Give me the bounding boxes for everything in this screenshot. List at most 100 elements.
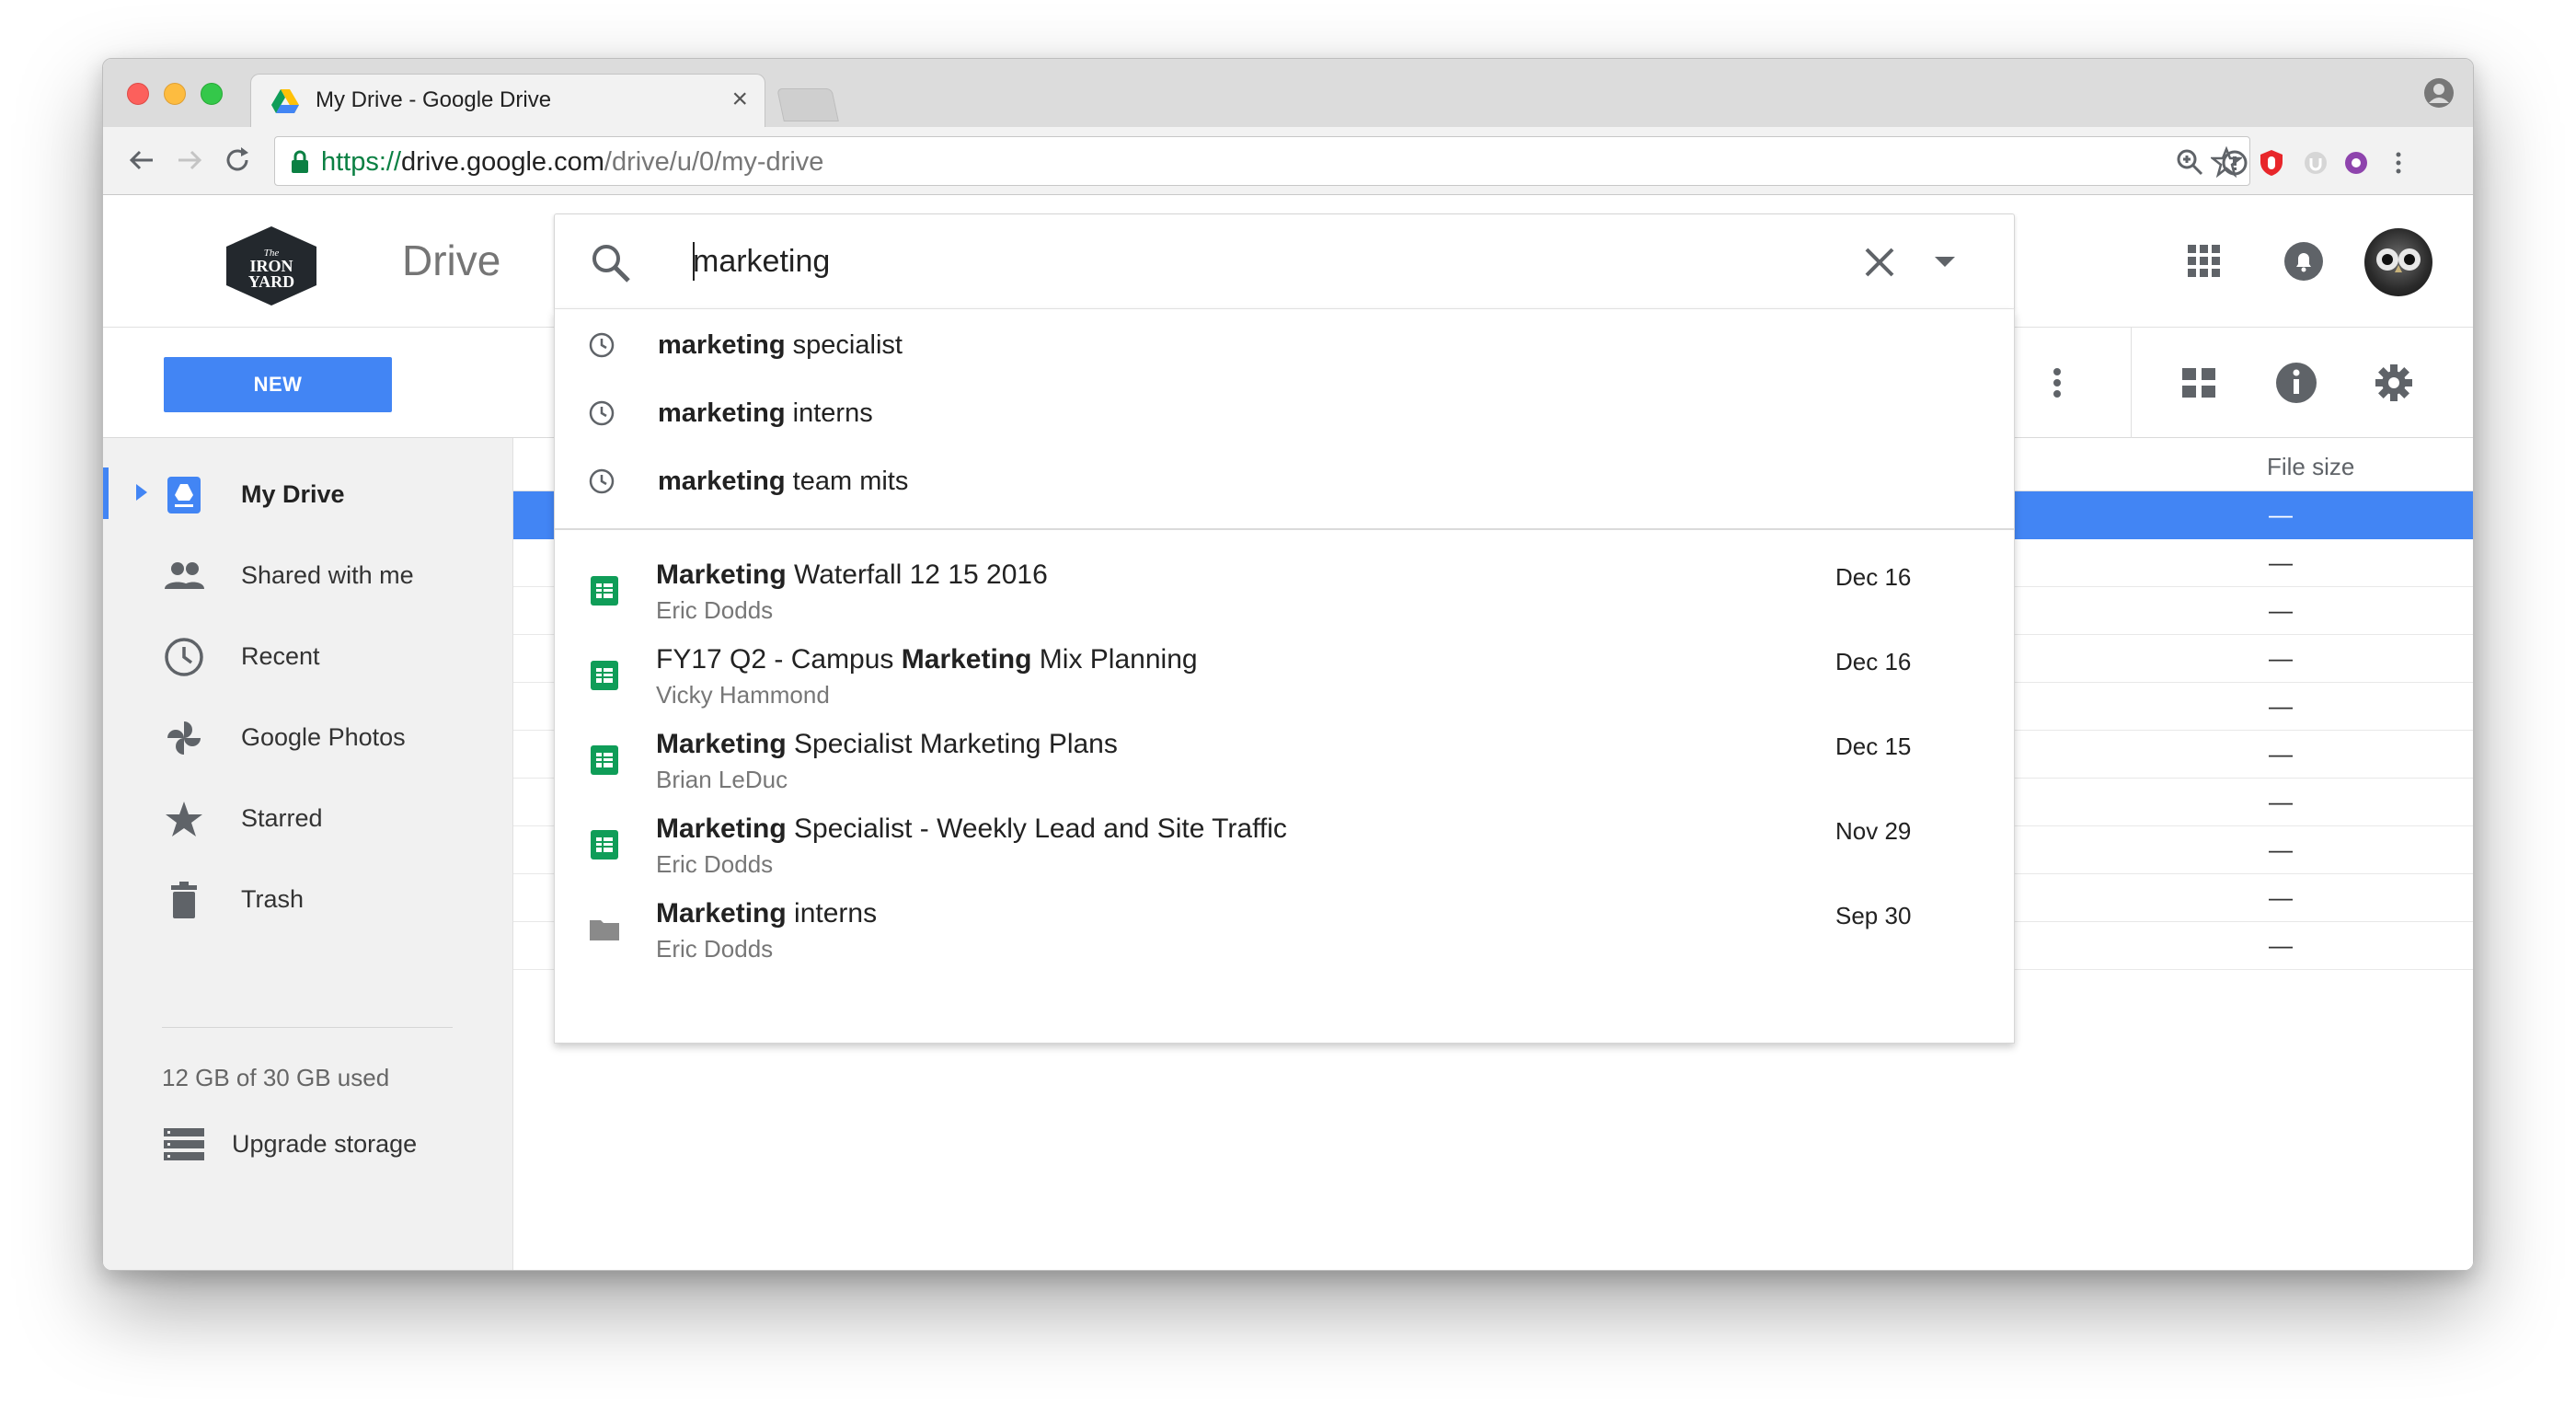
browser-window: My Drive - Google Drive × https://drive.… bbox=[102, 58, 2474, 1271]
google-sheets-icon bbox=[591, 745, 618, 775]
google-sheets-icon bbox=[591, 576, 618, 606]
url-text: https://drive.google.com/drive/u/0/my-dr… bbox=[321, 147, 824, 177]
history-suggestion[interactable]: marketing team mits bbox=[555, 447, 2014, 515]
clear-search-icon[interactable] bbox=[1859, 242, 1900, 283]
svg-text:YARD: YARD bbox=[248, 272, 294, 291]
ublock-extension-icon[interactable] bbox=[2258, 149, 2285, 177]
minimize-window-button[interactable] bbox=[164, 83, 186, 105]
grid-view-icon[interactable] bbox=[2177, 361, 2221, 405]
notifications-bell-icon[interactable] bbox=[2283, 241, 2324, 282]
my-drive-icon bbox=[167, 477, 201, 513]
forward-arrow-icon[interactable] bbox=[171, 142, 208, 179]
result-name: Marketing interns bbox=[656, 898, 878, 929]
result-name: Marketing Specialist - Weekly Lead and S… bbox=[656, 813, 1287, 844]
sidebar-item-recent[interactable]: Recent bbox=[103, 620, 513, 690]
result-date: Nov 29 bbox=[1835, 817, 1912, 845]
result-date: Dec 16 bbox=[1835, 648, 1912, 675]
suggestion-text: marketing interns bbox=[658, 398, 873, 428]
browser-profile-icon[interactable] bbox=[2423, 77, 2455, 109]
new-tab-button[interactable] bbox=[776, 88, 839, 121]
result-name: Marketing Waterfall 12 15 2016 bbox=[656, 560, 1048, 590]
new-button[interactable]: NEW bbox=[164, 357, 392, 412]
sidebar-divider bbox=[162, 1027, 453, 1028]
search-result[interactable]: Marketing Specialist Marketing Plans Bri… bbox=[555, 718, 2014, 802]
search-result[interactable]: Marketing interns Eric Dodds Sep 30 bbox=[555, 887, 2014, 972]
history-suggestion[interactable]: marketing specialist bbox=[555, 311, 2014, 379]
sidebar-item-label: Shared with me bbox=[241, 561, 414, 589]
search-options-dropdown-icon[interactable] bbox=[1935, 257, 1955, 267]
close-window-button[interactable] bbox=[127, 83, 149, 105]
text-cursor bbox=[693, 242, 695, 281]
sidebar-item-shared-with-me[interactable]: Shared with me bbox=[103, 539, 513, 609]
iron-yard-logo[interactable]: The IRON YARD bbox=[221, 225, 322, 307]
clock-icon bbox=[165, 638, 203, 676]
result-owner: Eric Dodds bbox=[656, 596, 774, 624]
result-date: Sep 30 bbox=[1835, 902, 1912, 929]
suggestion-text: marketing specialist bbox=[658, 330, 903, 360]
sidebar: My Drive Shared with me Recent Google Ph… bbox=[103, 438, 513, 1270]
extension-info-icon[interactable] bbox=[2221, 149, 2248, 177]
sidebar-item-google-photos[interactable]: Google Photos bbox=[103, 701, 513, 771]
sidebar-item-trash[interactable]: Trash bbox=[103, 863, 513, 933]
lock-icon bbox=[292, 150, 308, 173]
apps-grid-icon[interactable] bbox=[2184, 241, 2225, 282]
storage-icon bbox=[164, 1128, 204, 1160]
zoom-icon[interactable] bbox=[2174, 146, 2205, 178]
action-bar-divider bbox=[2131, 328, 2132, 438]
search-result[interactable]: Marketing Waterfall 12 15 2016 Eric Dodd… bbox=[555, 548, 2014, 633]
sidebar-item-label: My Drive bbox=[241, 480, 345, 508]
address-bar[interactable]: https://drive.google.com/drive/u/0/my-dr… bbox=[274, 136, 2250, 186]
sidebar-item-label: Trash bbox=[241, 885, 305, 913]
sidebar-item-label: Recent bbox=[241, 642, 320, 670]
reload-icon[interactable] bbox=[219, 142, 256, 179]
expand-caret-icon[interactable] bbox=[136, 484, 147, 501]
extension-gear-icon[interactable] bbox=[2342, 149, 2370, 177]
app-name[interactable]: Drive bbox=[402, 236, 500, 285]
browser-menu-icon[interactable] bbox=[2385, 149, 2412, 177]
result-owner: Brian LeDuc bbox=[656, 766, 788, 793]
google-drive-favicon-icon bbox=[271, 89, 299, 113]
details-info-icon[interactable] bbox=[2274, 361, 2318, 405]
result-date: Dec 16 bbox=[1835, 563, 1912, 591]
suggestions-divider bbox=[555, 528, 2014, 530]
settings-gear-icon[interactable] bbox=[2372, 361, 2416, 405]
trash-icon bbox=[171, 882, 197, 918]
google-sheets-icon bbox=[591, 830, 618, 859]
search-box[interactable] bbox=[554, 213, 2015, 309]
maximize-window-button[interactable] bbox=[201, 83, 223, 105]
search-icon[interactable] bbox=[590, 242, 632, 284]
sidebar-item-label: Starred bbox=[241, 804, 323, 832]
search-result[interactable]: Marketing Specialist - Weekly Lead and S… bbox=[555, 802, 2014, 887]
history-clock-icon bbox=[589, 468, 615, 494]
tab-title: My Drive - Google Drive bbox=[316, 87, 552, 112]
browser-tab[interactable]: My Drive - Google Drive × bbox=[250, 74, 765, 127]
pinwheel-icon bbox=[167, 721, 201, 755]
history-clock-icon bbox=[589, 332, 615, 358]
result-date: Dec 15 bbox=[1835, 733, 1912, 760]
back-arrow-icon[interactable] bbox=[123, 142, 160, 179]
user-avatar[interactable] bbox=[2364, 228, 2432, 296]
search-input[interactable] bbox=[693, 238, 1797, 284]
history-clock-icon bbox=[589, 400, 615, 426]
result-name: FY17 Q2 - Campus Marketing Mix Planning bbox=[656, 644, 1198, 675]
sidebar-item-my-drive[interactable]: My Drive bbox=[103, 458, 513, 528]
search-suggestions: marketing specialist marketing interns m… bbox=[554, 309, 2015, 1044]
storage-usage-text: 12 GB of 30 GB used bbox=[162, 1064, 390, 1091]
result-owner: Eric Dodds bbox=[656, 850, 774, 878]
star-icon bbox=[166, 802, 202, 836]
column-file-size[interactable]: File size bbox=[2267, 453, 2354, 481]
upgrade-storage-label: Upgrade storage bbox=[232, 1130, 418, 1158]
extension-shield-icon[interactable] bbox=[2302, 149, 2329, 177]
suggestion-text: marketing team mits bbox=[658, 467, 909, 496]
tab-close-icon[interactable]: × bbox=[731, 84, 748, 115]
result-name: Marketing Specialist Marketing Plans bbox=[656, 729, 1118, 759]
upgrade-storage-link[interactable]: Upgrade storage bbox=[162, 1119, 475, 1174]
history-suggestion[interactable]: marketing interns bbox=[555, 379, 2014, 447]
sidebar-item-starred[interactable]: Starred bbox=[103, 782, 513, 852]
more-actions-icon[interactable] bbox=[2035, 361, 2079, 405]
tab-bar: My Drive - Google Drive × bbox=[103, 59, 2473, 127]
result-owner: Eric Dodds bbox=[656, 935, 774, 963]
search-result[interactable]: FY17 Q2 - Campus Marketing Mix Planning … bbox=[555, 633, 2014, 718]
result-owner: Vicky Hammond bbox=[656, 681, 830, 709]
folder-icon bbox=[590, 920, 619, 940]
